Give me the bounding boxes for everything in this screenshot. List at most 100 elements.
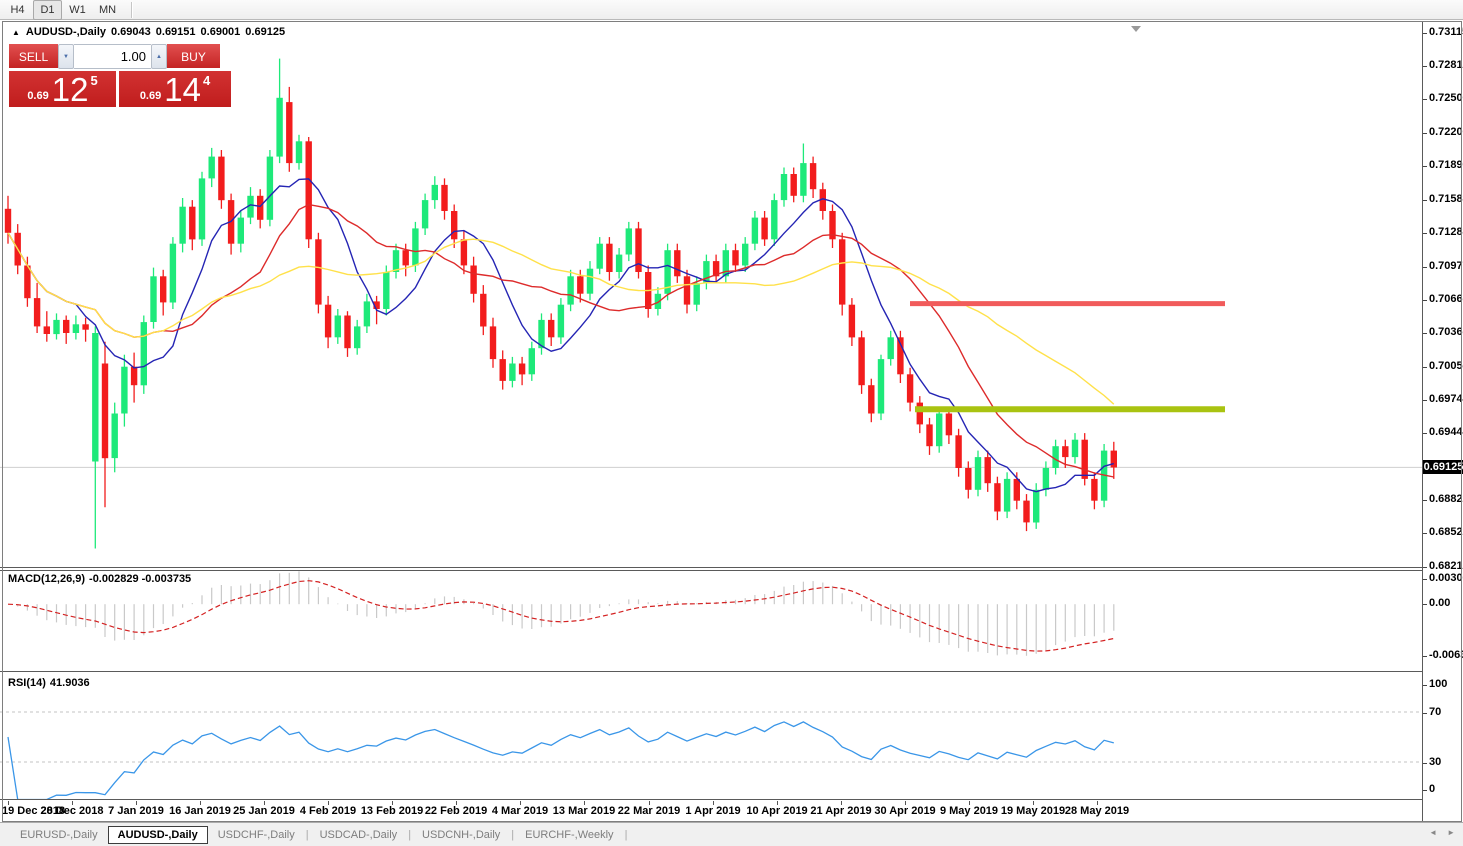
macd-label-row: MACD(12,26,9) -0.002829 -0.003735	[8, 573, 195, 585]
axis-tick	[1423, 333, 1427, 334]
axis-tick	[1423, 166, 1427, 167]
macd-indicator-values: -0.002829 -0.003735	[89, 573, 191, 585]
price-axis-label: 0.69745	[1429, 393, 1463, 405]
axis-tick	[1423, 656, 1427, 657]
chart-tab-audusd[interactable]: AUDUSD-,Daily	[108, 826, 208, 844]
buy-price-pipette: 4	[203, 73, 210, 88]
price-axis-rail[interactable]: 0.731150.728100.725050.722000.718900.715…	[1422, 21, 1463, 821]
date-axis-label: 10 Apr 2019	[746, 805, 807, 817]
date-axis-label: 28 Dec 2018	[41, 805, 104, 817]
tab-separator: |	[408, 829, 411, 841]
price-axis-label: 0.70665	[1429, 293, 1463, 305]
scroll-tabs-right-icon[interactable]: ►	[1447, 828, 1455, 837]
price-axis-label: 0.69440	[1429, 426, 1463, 438]
price-axis-label: 0.68210	[1429, 560, 1463, 572]
date-axis-label: 30 Apr 2019	[874, 805, 935, 817]
timeframe-button-d1[interactable]: D1	[33, 0, 62, 20]
date-axis-label: 21 Apr 2019	[810, 805, 871, 817]
date-axis-label: 9 May 2019	[940, 805, 998, 817]
price-axis-label: 0.71890	[1429, 159, 1463, 171]
axis-tick	[1423, 500, 1427, 501]
buy-price-big: 14	[164, 73, 201, 107]
price-axis-label: 0.71585	[1429, 193, 1463, 205]
axis-tick	[1423, 790, 1427, 791]
chart-shift-marker-icon	[1131, 26, 1141, 32]
chart-symbol-title: AUDUSD-,Daily	[26, 26, 106, 38]
price-axis-label: 0.71280	[1429, 226, 1463, 238]
ohlc-high: 0.69151	[156, 26, 196, 38]
axis-tick	[1423, 713, 1427, 714]
date-axis-label: 4 Mar 2019	[492, 805, 548, 817]
current-price-tag: 0.69125	[1423, 460, 1463, 474]
timeframe-button-w1[interactable]: W1	[63, 0, 92, 20]
timeframe-button-h4[interactable]: H4	[3, 0, 32, 20]
axis-tick	[1423, 433, 1427, 434]
triangle-down-icon: ▼	[63, 54, 69, 60]
rsi-panel-canvas[interactable]	[0, 674, 1422, 800]
date-axis-label: 22 Feb 2019	[425, 805, 487, 817]
buy-price-prefix: 0.69	[140, 90, 161, 102]
axis-tick	[1423, 200, 1427, 201]
tab-separator: |	[625, 829, 628, 841]
triangle-up-icon: ▲	[156, 54, 162, 60]
date-axis-label: 7 Jan 2019	[108, 805, 164, 817]
chart-tab-usdcnh[interactable]: USDCNH-,Daily	[412, 826, 510, 844]
date-axis-label: 13 Mar 2019	[553, 805, 615, 817]
ohlc-open: 0.69043	[111, 26, 151, 38]
tab-scrollers: ◄ ►	[1429, 828, 1455, 837]
chart-tab-eurchf[interactable]: EURCHF-,Weekly	[515, 826, 623, 844]
rsi-indicator-label: RSI(14)	[8, 677, 46, 689]
sell-price-prefix: 0.69	[27, 90, 48, 102]
volume-decrease-button[interactable]: ▼	[58, 44, 74, 69]
axis-tick	[1423, 300, 1427, 301]
price-axis-label: 0.70050	[1429, 360, 1463, 372]
rsi-axis-label: 0	[1429, 783, 1435, 795]
date-axis-label: 16 Jan 2019	[169, 805, 231, 817]
macd-indicator-label: MACD(12,26,9)	[8, 573, 85, 585]
sell-price-display[interactable]: 0.69 125	[9, 71, 116, 107]
price-axis-label: 0.72200	[1429, 126, 1463, 138]
one-click-trading-panel: SELL ▼ ▲ BUY 0.69125 0.69144	[9, 44, 231, 107]
axis-tick	[1423, 567, 1427, 568]
axis-tick	[1423, 267, 1427, 268]
timeframe-toolbar: H4 D1 W1 MN	[0, 0, 1463, 20]
price-axis-label: 0.70970	[1429, 260, 1463, 272]
price-axis-label: 0.72810	[1429, 59, 1463, 71]
date-axis-label: 25 Jan 2019	[233, 805, 295, 817]
buy-price-display[interactable]: 0.69144	[119, 71, 231, 107]
scroll-tabs-left-icon[interactable]: ◄	[1429, 828, 1437, 837]
price-axis-label: 0.68520	[1429, 526, 1463, 538]
macd-axis-label: 0.00	[1429, 597, 1450, 609]
toolbar-separator	[131, 2, 133, 18]
chart-tab-eurusd[interactable]: EURUSD-,Daily	[10, 826, 108, 844]
timeframe-button-mn[interactable]: MN	[93, 0, 122, 20]
macd-axis-label: 0.003035	[1429, 572, 1463, 584]
chart-tab-usdchf[interactable]: USDCHF-,Daily	[208, 826, 305, 844]
sell-button[interactable]: SELL	[9, 44, 58, 69]
chart-title-bar: ▲AUDUSD-,Daily0.690430.691510.690010.691…	[12, 26, 290, 38]
sell-price-big: 12	[52, 73, 89, 107]
macd-panel-canvas[interactable]	[0, 570, 1422, 672]
date-axis-label: 19 May 2019	[1001, 805, 1065, 817]
axis-tick	[1423, 133, 1427, 134]
rsi-axis-label: 70	[1429, 706, 1441, 718]
date-axis-label: 13 Feb 2019	[361, 805, 423, 817]
rsi-indicator-value: 41.9036	[50, 677, 90, 689]
price-axis-label: 0.70360	[1429, 326, 1463, 338]
date-axis[interactable]: 19 Dec 201828 Dec 20187 Jan 201916 Jan 2…	[0, 801, 1422, 821]
trading-platform-window: H4 D1 W1 MN ▲ AUDUSD-,Daily 0.69043 0.69151…	[0, 0, 1463, 846]
volume-increase-button[interactable]: ▲	[151, 44, 167, 69]
chart-tab-usdcad[interactable]: USDCAD-,Daily	[310, 826, 408, 844]
volume-input[interactable]	[74, 44, 151, 69]
axis-tick	[1423, 533, 1427, 534]
collapse-panel-icon[interactable]: ▲	[12, 28, 20, 37]
chart-tab-bar: EURUSD-,DailyAUDUSD-,DailyUSDCHF-,Daily|…	[0, 822, 1463, 846]
tab-separator: |	[306, 829, 309, 841]
rsi-axis-label: 100	[1429, 678, 1447, 690]
axis-tick	[1423, 685, 1427, 686]
sell-price-pipette: 5	[90, 73, 97, 88]
rsi-label-row: RSI(14) 41.9036	[8, 677, 94, 689]
axis-tick	[1423, 604, 1427, 605]
axis-tick	[1423, 33, 1427, 34]
buy-button[interactable]: BUY	[167, 44, 220, 69]
